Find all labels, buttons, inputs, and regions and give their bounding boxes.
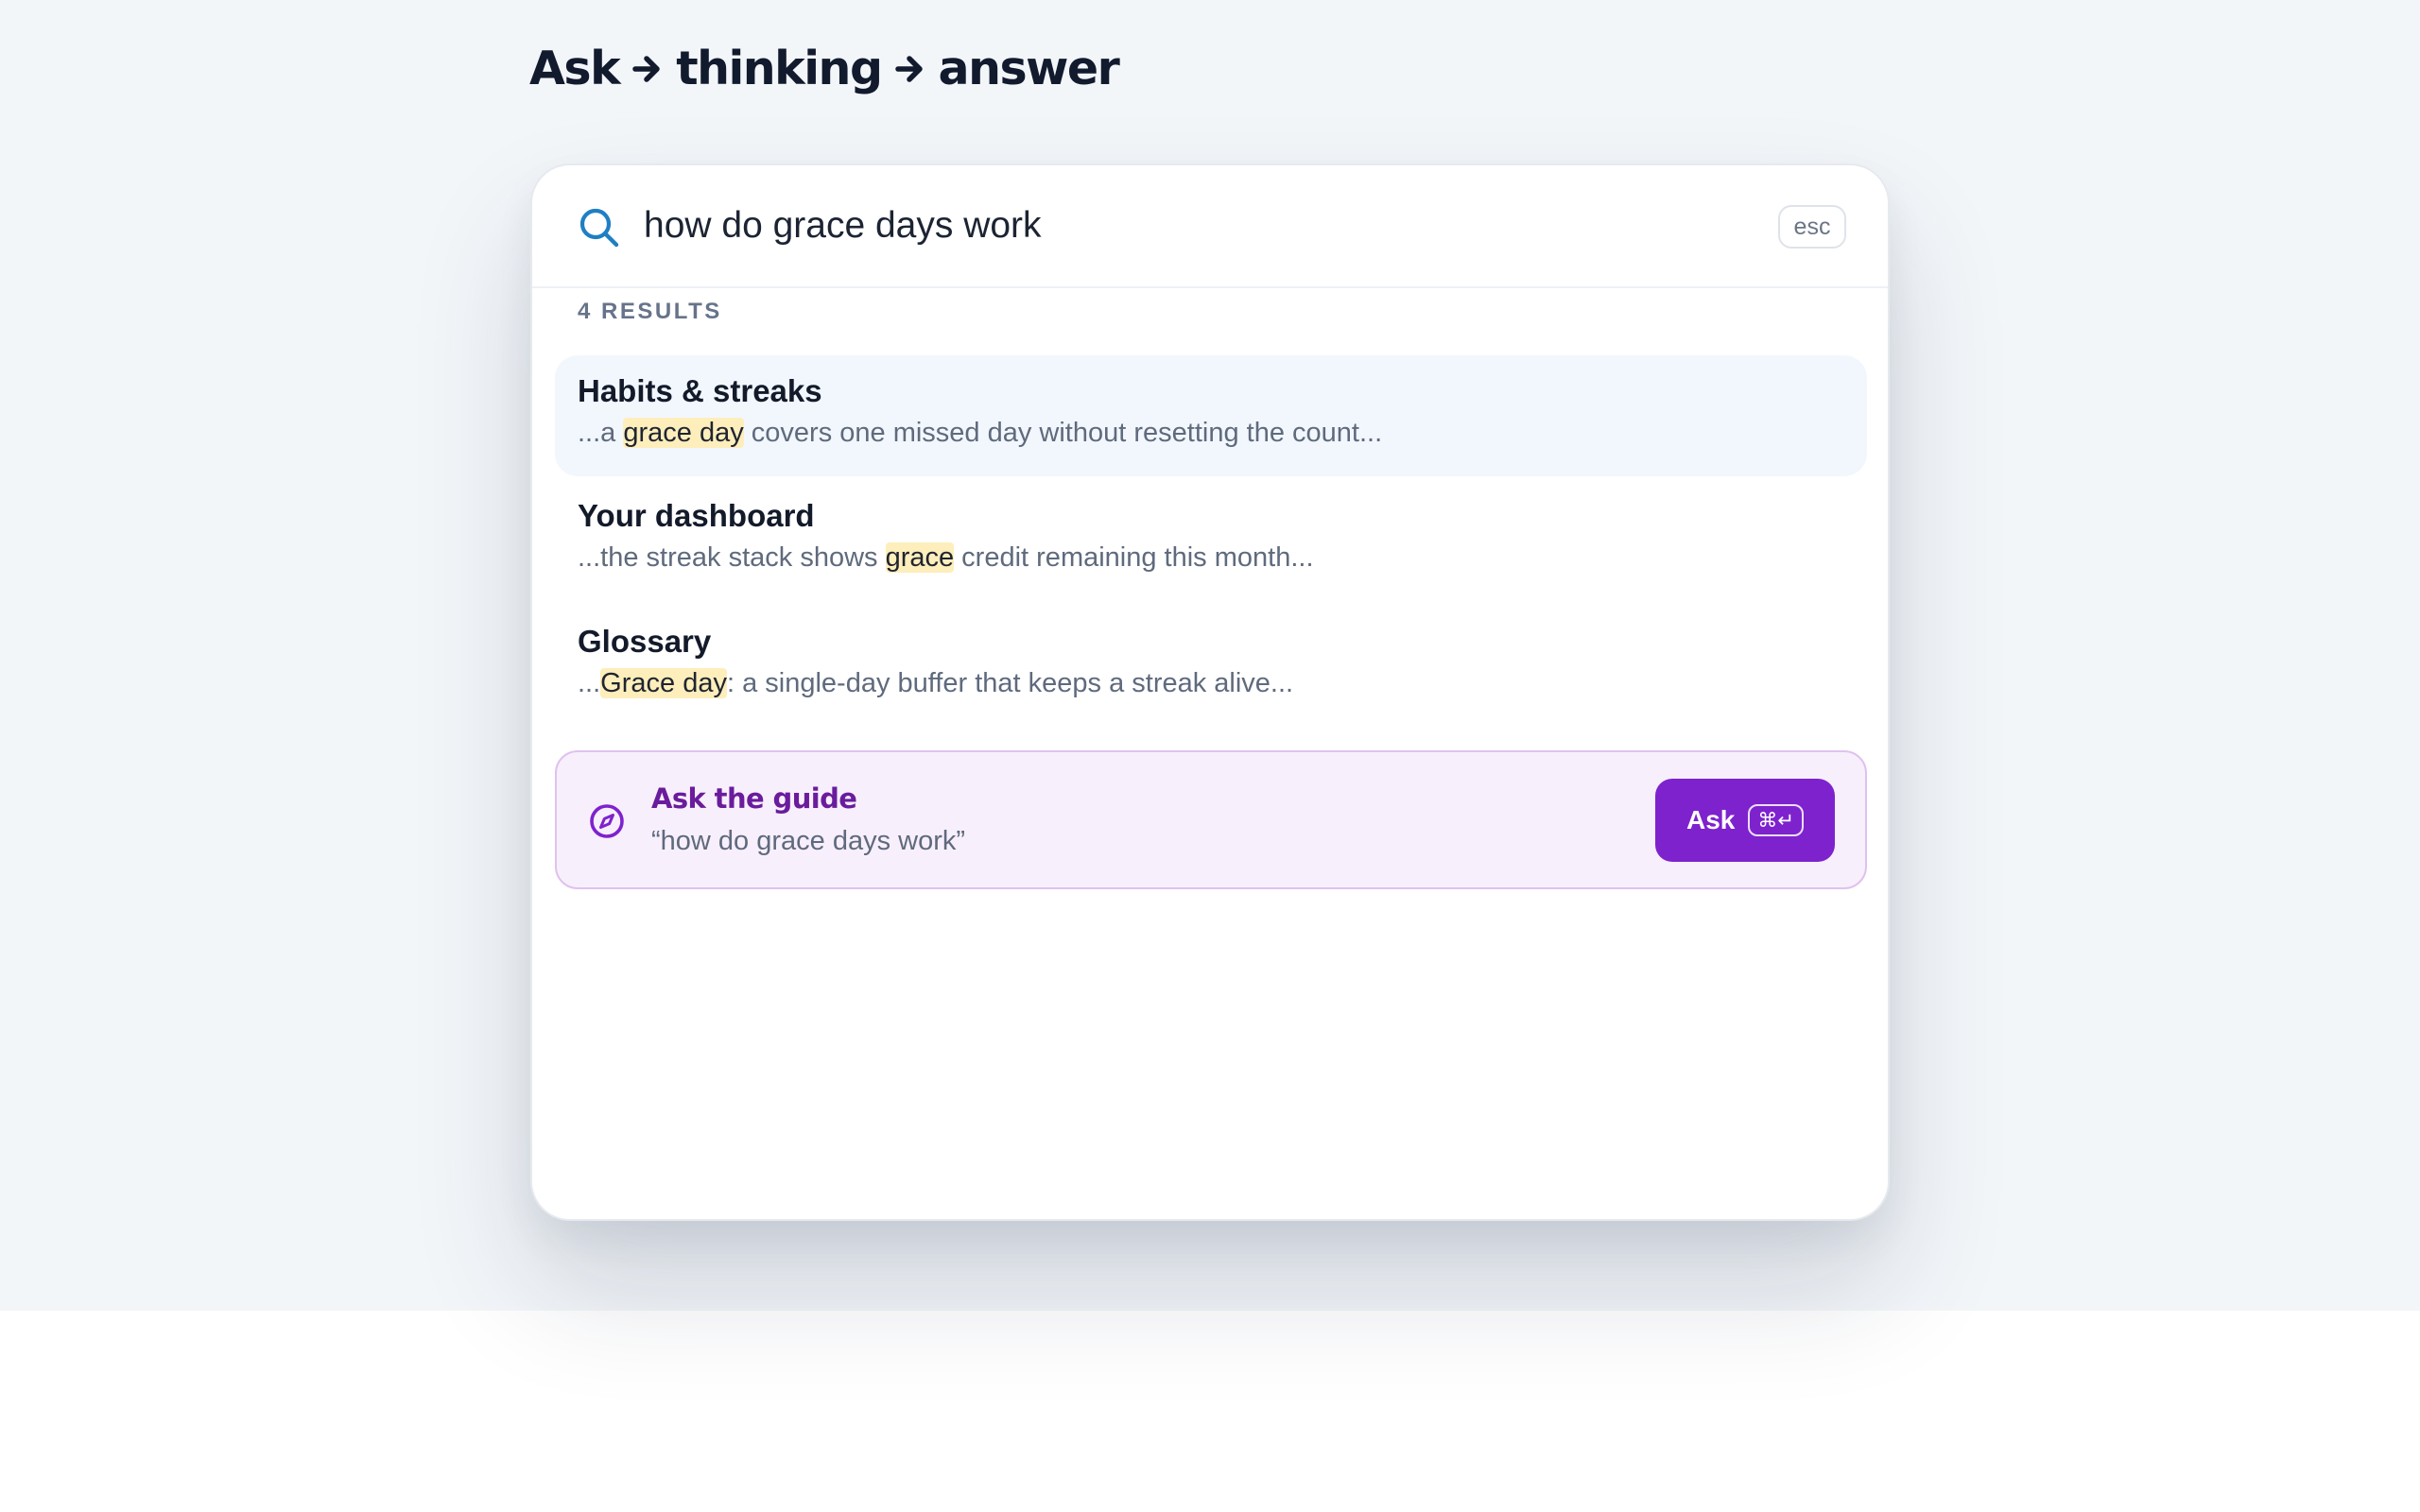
arrow-right-icon xyxy=(632,55,660,82)
ask-guide-query: “how do grace days work” xyxy=(651,826,966,856)
snippet-text: ... xyxy=(578,668,601,698)
esc-key-button[interactable]: esc xyxy=(1778,205,1846,249)
title-part-answer: answer xyxy=(938,42,1120,95)
arrow-right-icon xyxy=(894,55,923,82)
snippet-text: covers one missed day without resetting … xyxy=(743,418,1383,448)
results-count: 4 RESULTS xyxy=(578,299,722,324)
result-snippet: ...the streak stack shows grace credit r… xyxy=(578,539,1844,576)
title-part-ask: Ask xyxy=(529,42,621,95)
ask-button-label: Ask xyxy=(1686,805,1736,834)
result-item-glossary[interactable]: Glossary ...Grace day: a single-day buff… xyxy=(555,606,1867,727)
result-snippet: ...Grace day: a single-day buffer that k… xyxy=(578,664,1844,702)
search-bar: esc xyxy=(532,165,1888,288)
ask-button[interactable]: Ask ⌘↵ xyxy=(1655,779,1835,862)
snippet-text: ...a xyxy=(578,418,624,448)
search-input[interactable] xyxy=(644,188,1646,264)
result-item-your-dashboard[interactable]: Your dashboard ...the streak stack shows… xyxy=(555,480,1867,601)
ask-guide-card[interactable]: Ask the guide “how do grace days work” A… xyxy=(555,750,1867,889)
snippet-text: : a single-day buffer that keeps a strea… xyxy=(726,668,1294,698)
result-item-habits-streaks[interactable]: Habits & streaks ...a grace day covers o… xyxy=(555,355,1867,476)
compass-icon xyxy=(590,804,624,838)
search-icon xyxy=(579,208,619,248)
snippet-highlight: Grace day xyxy=(600,668,727,698)
page-title: Ask thinking answer xyxy=(529,42,1120,95)
title-part-thinking: thinking xyxy=(676,42,883,95)
result-title: Glossary xyxy=(578,624,712,659)
keyboard-shortcut-badge: ⌘↵ xyxy=(1748,804,1804,836)
result-snippet: ...a grace day covers one missed day wit… xyxy=(578,414,1844,452)
result-title: Habits & streaks xyxy=(578,373,822,408)
snippet-text: ...the streak stack shows xyxy=(578,542,886,573)
snippet-highlight: grace xyxy=(885,542,955,573)
snippet-text: credit remaining this month... xyxy=(954,542,1314,573)
ask-guide-title: Ask the guide xyxy=(651,782,857,815)
snippet-highlight: grace day xyxy=(623,418,744,448)
search-panel: esc 4 RESULTS Habits & streaks ...a grac… xyxy=(530,163,1890,1221)
result-title: Your dashboard xyxy=(578,498,815,533)
